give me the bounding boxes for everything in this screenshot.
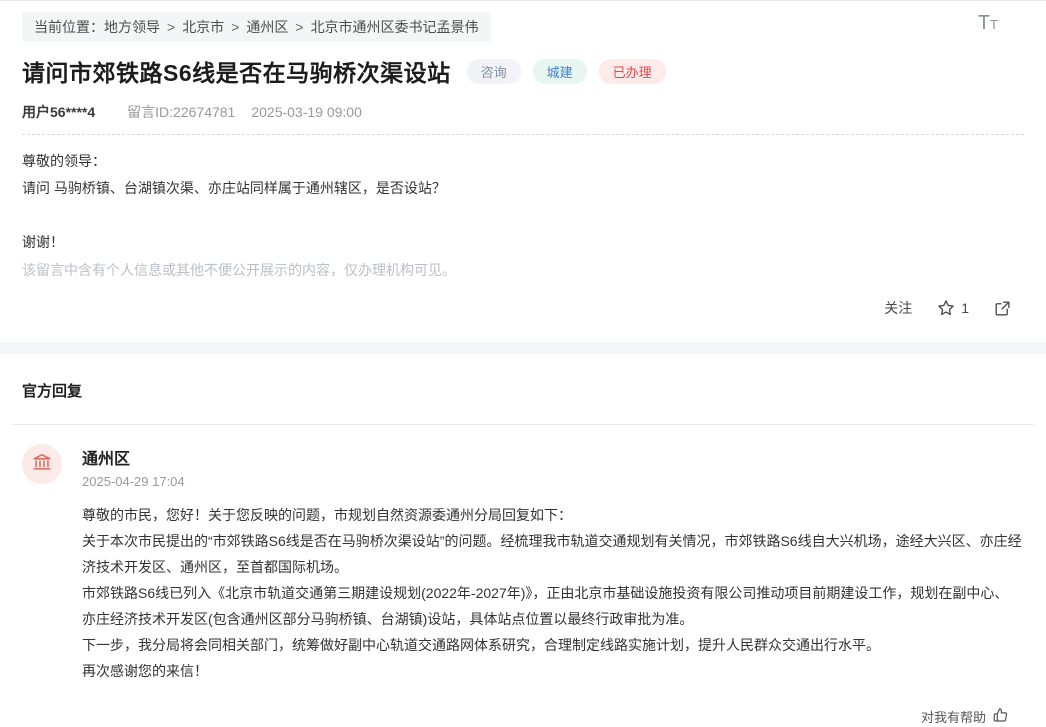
thumbs-up-icon bbox=[992, 706, 1010, 727]
avatar bbox=[22, 444, 62, 484]
reply-paragraph: 下一步，我分局将会同相关部门，统筹做好副中心轨道交通路网体系研究，合理制定线路实… bbox=[82, 632, 1022, 658]
question-timestamp: 2025-03-19 09:00 bbox=[251, 104, 362, 120]
favorite-button[interactable]: 1 bbox=[936, 298, 969, 318]
question-salutation: 尊敬的领导： bbox=[22, 148, 1024, 175]
breadcrumb-separator: > bbox=[295, 19, 303, 35]
question-card: 当前位置： 地方领导 > 北京市 > 通州区 > 北京市通州区委书记孟景伟 TT… bbox=[0, 1, 1046, 318]
breadcrumb-separator: > bbox=[167, 19, 175, 35]
reply-paragraph: 再次感谢您的来信！ bbox=[82, 658, 1022, 684]
section-divider bbox=[12, 424, 1034, 425]
reply-paragraph: 尊敬的市民，您好！关于您反映的问题，市规划自然资源委通州分局回复如下： bbox=[82, 502, 1022, 528]
font-size-big-t: T bbox=[978, 13, 990, 33]
official-reply-section: 官方回复 通州区 2025-04-29 17:04 bbox=[0, 380, 1046, 727]
government-building-icon bbox=[31, 451, 53, 478]
breadcrumb-item-district[interactable]: 通州区 bbox=[246, 17, 288, 37]
breadcrumb-item-leader[interactable]: 北京市通州区委书记孟景伟 bbox=[311, 17, 479, 37]
share-icon bbox=[993, 299, 1012, 318]
reply-content: 通州区 2025-04-29 17:04 尊敬的市民，您好！关于您反映的问题，市… bbox=[82, 444, 1024, 684]
reply-item: 通州区 2025-04-29 17:04 尊敬的市民，您好！关于您反映的问题，市… bbox=[22, 444, 1024, 684]
breadcrumb-item-city[interactable]: 北京市 bbox=[182, 17, 224, 37]
question-meta: 用户56****4 留言ID:22674781 2025-03-19 09:00 bbox=[22, 102, 1024, 122]
message-detail-page: 当前位置： 地方领导 > 北京市 > 通州区 > 北京市通州区委书记孟景伟 TT… bbox=[0, 1, 1046, 726]
font-size-small-t: T bbox=[990, 18, 998, 31]
question-actions: 关注 1 bbox=[22, 298, 1024, 318]
section-separator-band bbox=[0, 342, 1046, 354]
title-row: 请问市郊铁路S6线是否在马驹桥次渠设站 咨询 城建 已办理 bbox=[22, 54, 1024, 88]
tag-list: 咨询 城建 已办理 bbox=[467, 59, 666, 84]
helpful-button[interactable]: 对我有帮助 bbox=[921, 706, 1010, 727]
star-icon bbox=[936, 298, 956, 318]
question-thanks: 谢谢！ bbox=[22, 229, 1024, 256]
reply-org-name: 通州区 bbox=[82, 445, 1024, 469]
reply-timestamp: 2025-04-29 17:04 bbox=[82, 474, 1024, 489]
follow-button[interactable]: 关注 bbox=[884, 298, 912, 318]
breadcrumb-item-platform[interactable]: 地方领导 bbox=[104, 17, 160, 37]
breadcrumb-label: 当前位置： bbox=[34, 17, 104, 37]
username: 用户56****4 bbox=[22, 102, 95, 122]
message-id: 留言ID:22674781 bbox=[127, 102, 235, 122]
star-count: 1 bbox=[961, 300, 969, 316]
question-content: 请问 马驹桥镇、台湖镇次渠、亦庄站同样属于通州辖区，是否设站？ bbox=[22, 175, 1024, 202]
reply-paragraph: 关于本次市民提出的“市郊铁路S6线是否在马驹桥次渠设站”的问题。经梳理我市轨道交… bbox=[82, 528, 1022, 580]
helpful-label: 对我有帮助 bbox=[921, 707, 986, 726]
breadcrumb: 当前位置： 地方领导 > 北京市 > 通州区 > 北京市通州区委书记孟景伟 bbox=[22, 12, 491, 42]
font-size-toggle-icon[interactable]: TT bbox=[978, 13, 998, 33]
share-button[interactable] bbox=[993, 299, 1012, 318]
reply-paragraph: 市郊铁路S6线已列入《北京市轨道交通第三期建设规划(2022年-2027年)》，… bbox=[82, 580, 1022, 632]
privacy-note: 该留言中含有个人信息或其他不便公开展示的内容，仅办理机构可见。 bbox=[22, 257, 1024, 284]
reply-section-title: 官方回复 bbox=[22, 380, 1024, 401]
helpful-row: 对我有帮助 bbox=[22, 706, 1024, 727]
reply-body: 尊敬的市民，您好！关于您反映的问题，市规划自然资源委通州分局回复如下： 关于本次… bbox=[82, 502, 1024, 684]
page-title: 请问市郊铁路S6线是否在马驹桥次渠设站 bbox=[22, 54, 451, 88]
question-body: 尊敬的领导： 请问 马驹桥镇、台湖镇次渠、亦庄站同样属于通州辖区，是否设站？ 谢… bbox=[22, 148, 1024, 284]
follow-label: 关注 bbox=[884, 298, 912, 318]
tag-topic: 城建 bbox=[533, 59, 587, 84]
breadcrumb-separator: > bbox=[231, 19, 239, 35]
tag-status-badge: 已办理 bbox=[599, 59, 666, 84]
tag-category: 咨询 bbox=[467, 59, 521, 84]
dashed-divider bbox=[22, 134, 1024, 135]
